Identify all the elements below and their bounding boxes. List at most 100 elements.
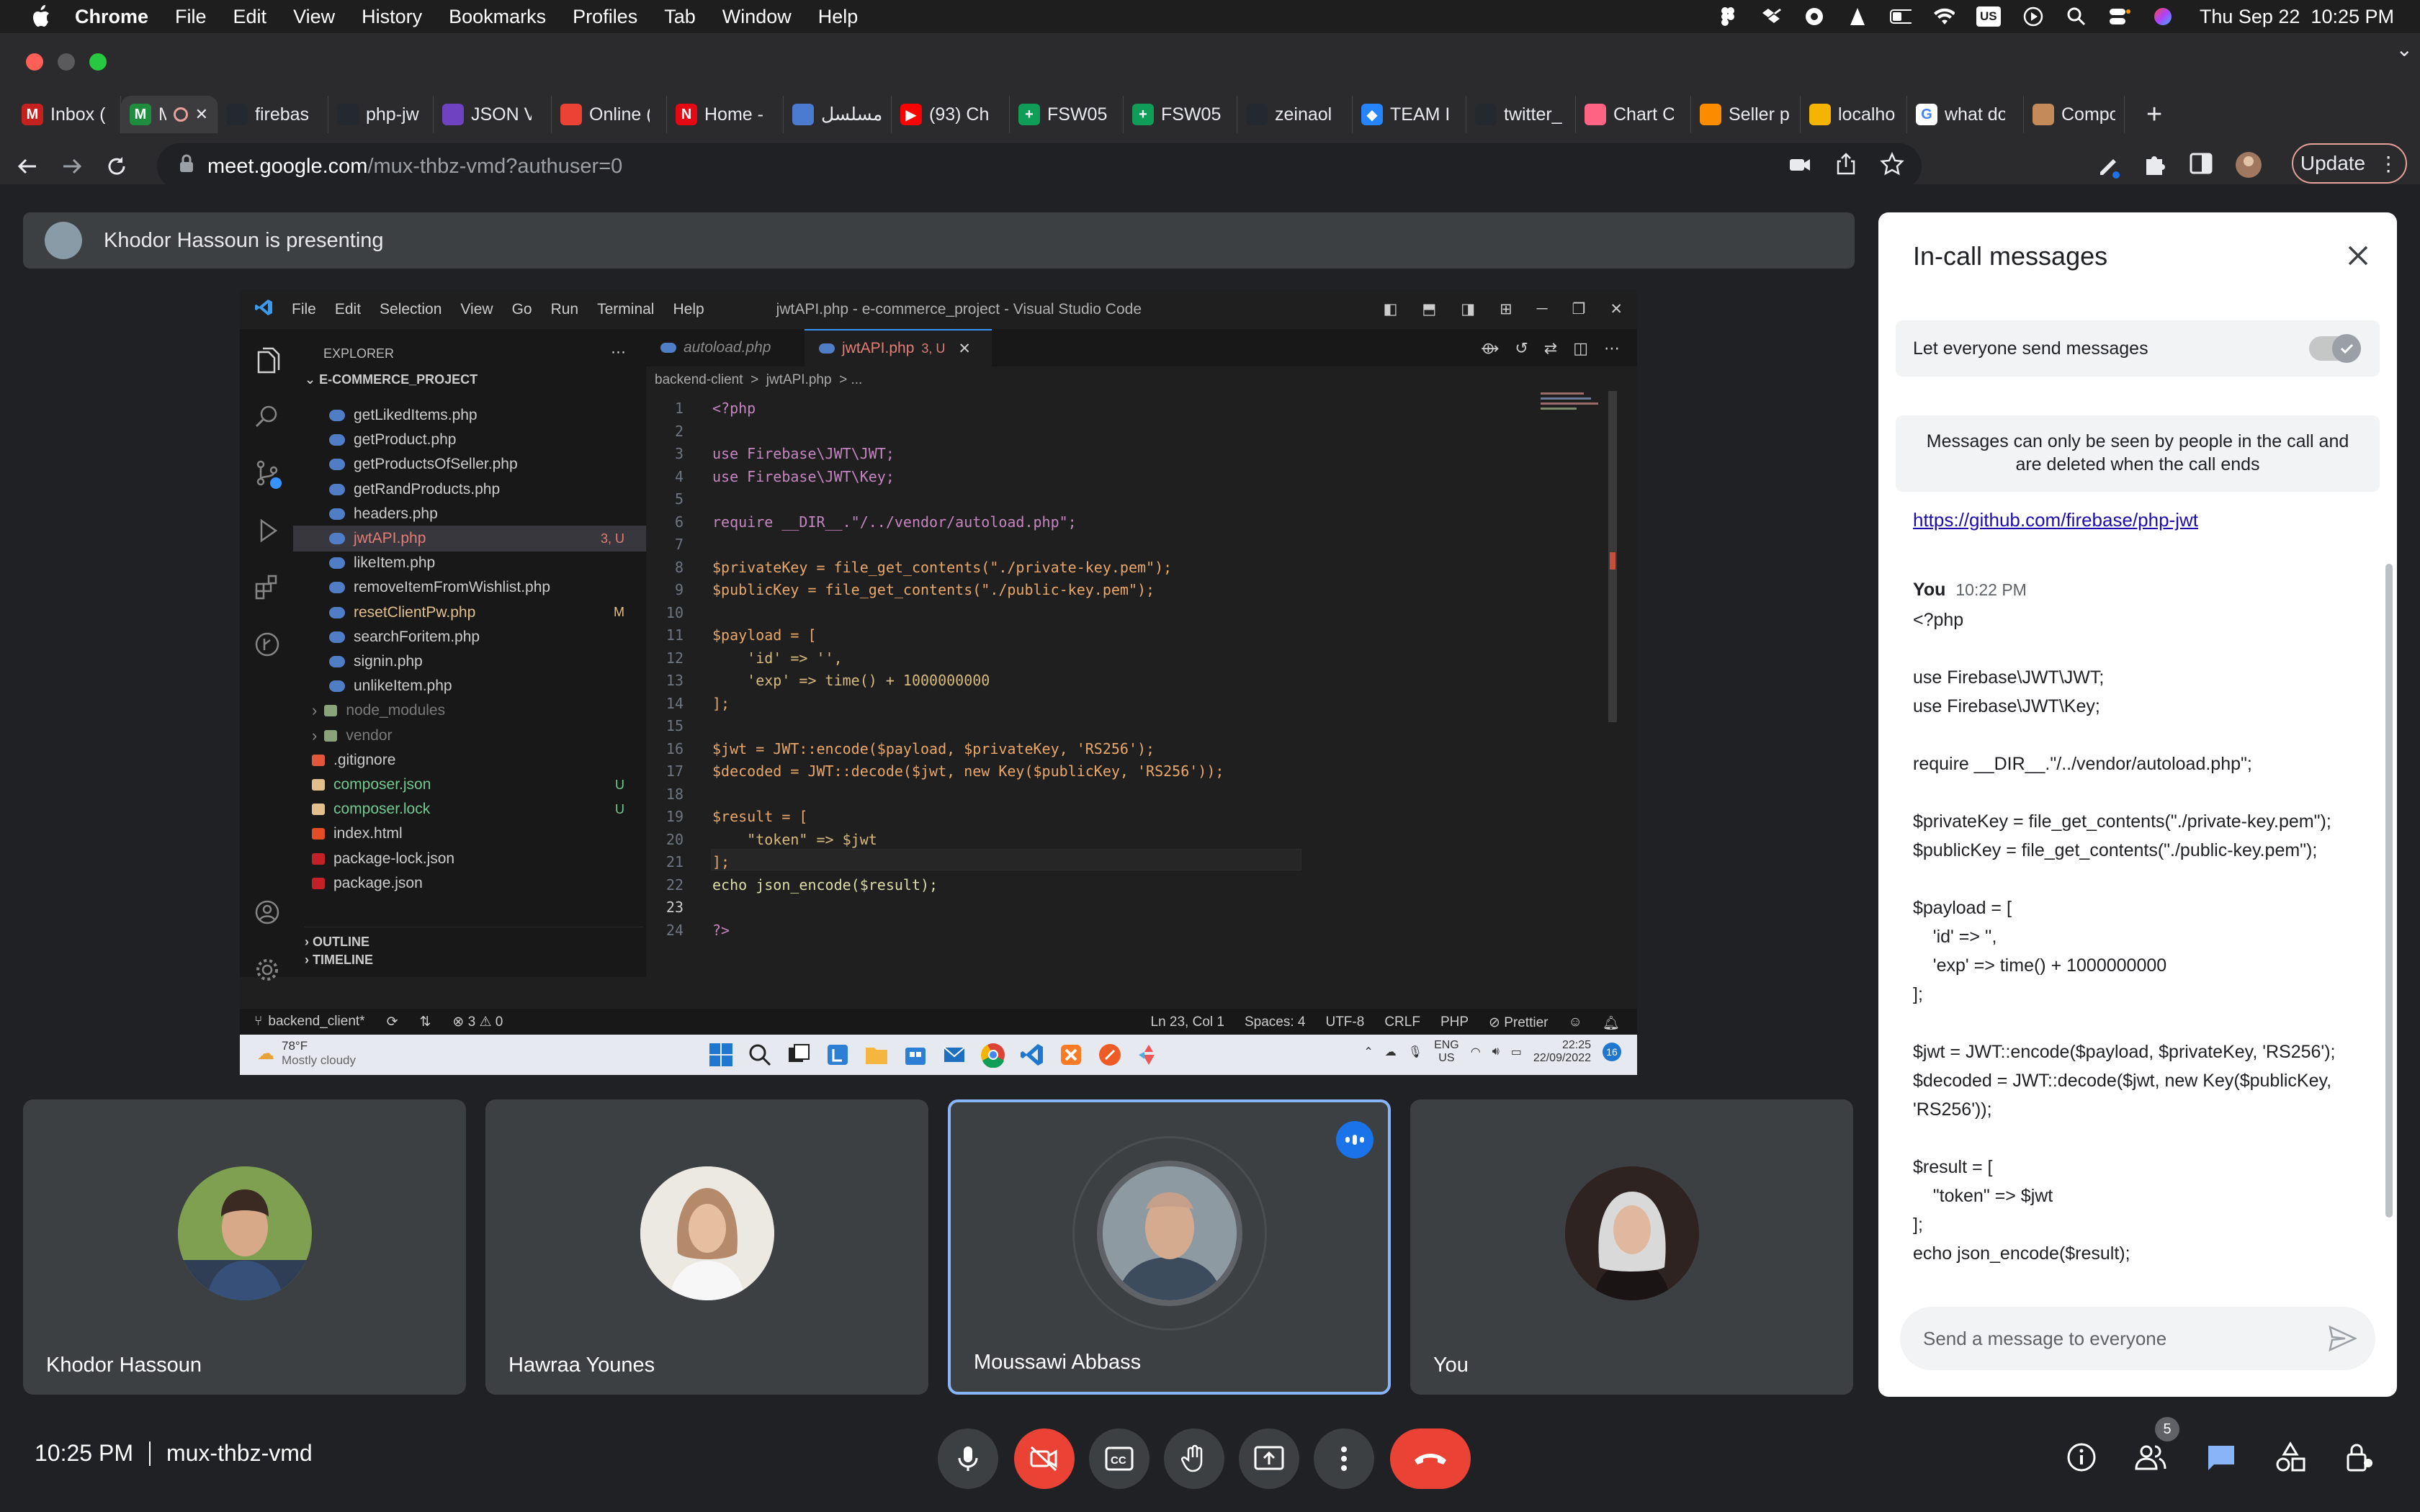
tray-chevron-icon[interactable]: ⌃	[1363, 1045, 1373, 1059]
zoom-window-button[interactable]	[89, 53, 107, 71]
tab-autoload[interactable]: autoload.php	[646, 329, 805, 366]
file-tree-item[interactable]: › vendor	[293, 723, 646, 749]
mail-icon[interactable]	[941, 1042, 967, 1071]
search-icon[interactable]	[254, 404, 280, 430]
browser-tab[interactable]: JSON V	[434, 96, 552, 133]
branch-icon[interactable]: ⑂	[254, 1014, 262, 1030]
microphone-button[interactable]	[938, 1428, 998, 1489]
customize-layout-icon[interactable]: ⊞	[1500, 300, 1512, 318]
browser-tab[interactable]: ◆ TEAM I	[1353, 96, 1466, 133]
wifi-icon[interactable]	[1933, 6, 1955, 27]
run-debug-icon[interactable]	[254, 518, 280, 544]
tab-search-chevron-icon[interactable]: ⌄	[2396, 37, 2413, 61]
side-panel-icon[interactable]	[2188, 150, 2214, 183]
git-branch[interactable]: backend_client*	[268, 1014, 364, 1030]
host-controls-button[interactable]	[2336, 1434, 2383, 1480]
file-tree-item[interactable]: index.html	[293, 821, 646, 847]
close-tab-icon[interactable]: ✕	[195, 105, 208, 124]
menu-edit[interactable]: Edit	[233, 6, 267, 28]
lock-icon[interactable]	[179, 153, 194, 179]
browser-tab[interactable]: Online (	[552, 96, 667, 133]
spotlight-search-icon[interactable]	[2066, 6, 2087, 27]
browser-tab[interactable]: firebas	[218, 96, 328, 133]
vscode-taskbar-icon[interactable]	[1019, 1042, 1045, 1071]
postman-icon[interactable]	[1097, 1042, 1123, 1071]
minimize-window-button[interactable]	[58, 53, 75, 71]
back-button[interactable]	[10, 149, 45, 184]
file-tree-item[interactable]: getProductsOfSeller.php	[293, 451, 646, 477]
chat-message-input[interactable]: Send a message to everyone	[1900, 1307, 2375, 1370]
input-source-indicator[interactable]: US	[1976, 6, 2001, 27]
prettier-status[interactable]: ⊘ Prettier	[1489, 1014, 1548, 1032]
file-tree-item[interactable]: getRandProducts.php	[293, 477, 646, 503]
browser-tab[interactable]: + FSW05	[1124, 96, 1237, 133]
present-screen-button[interactable]	[1239, 1428, 1299, 1489]
indentation[interactable]: Spaces: 4	[1245, 1014, 1306, 1032]
battery-tray-icon[interactable]: ▭	[1511, 1045, 1522, 1059]
weather-widget[interactable]: ☁ 78°F Mostly cloudy	[257, 1039, 356, 1068]
chat-button[interactable]	[2198, 1434, 2244, 1480]
file-tree-item[interactable]: headers.php	[293, 501, 646, 527]
menu-profiles[interactable]: Profiles	[573, 6, 637, 28]
language-mode[interactable]: PHP	[1440, 1014, 1469, 1032]
participant-tile[interactable]: Hawraa Younes	[485, 1099, 928, 1395]
profile-avatar[interactable]	[2234, 150, 2263, 183]
shared-link[interactable]: https://github.com/firebase/php-jwt	[1913, 509, 2198, 531]
volume-icon[interactable]: 🔊︎	[1492, 1045, 1500, 1058]
address-bar[interactable]: meet.google.com/mux-thbz-vmd?authuser=0	[157, 143, 1922, 189]
widgets-icon[interactable]	[825, 1042, 851, 1071]
file-tree-item[interactable]: unlikeItem.php	[293, 673, 646, 699]
panel-toggle-icon[interactable]: ⬒	[1422, 300, 1436, 318]
windows-start-icon[interactable]	[708, 1042, 734, 1071]
browser-tab[interactable]: zeinaol	[1237, 96, 1353, 133]
browser-tab[interactable]: ▶ (93) Ch	[892, 96, 1010, 133]
share-icon[interactable]	[1834, 152, 1858, 182]
sidebar-toggle-icon[interactable]: ◨	[1461, 300, 1475, 318]
browser-tab[interactable]: php-jw	[328, 96, 434, 133]
accounts-icon[interactable]	[254, 899, 280, 925]
vscode-menu-item[interactable]: Help	[673, 301, 704, 318]
explorer-more-icon[interactable]: ⋯	[611, 343, 626, 361]
dropbox-icon[interactable]	[1760, 6, 1782, 27]
publish-icon[interactable]: ⇅	[419, 1014, 431, 1030]
menu-view[interactable]: View	[293, 6, 335, 28]
menu-app-name[interactable]: Chrome	[75, 6, 148, 28]
file-tree-item[interactable]: composer.json U	[293, 772, 646, 798]
browser-tab[interactable]: Compo	[2024, 96, 2125, 133]
browser-tab[interactable]: M Inbox (	[13, 96, 121, 133]
vscode-menu-item[interactable]: Selection	[380, 301, 442, 318]
cursor-position[interactable]: Ln 23, Col 1	[1151, 1014, 1224, 1032]
menubar-clock[interactable]: Thu Sep 22 10:25 PM	[2200, 6, 2394, 28]
meeting-details-button[interactable]	[2058, 1434, 2105, 1480]
file-tree-item[interactable]: getProduct.php	[293, 427, 646, 453]
reload-button[interactable]	[99, 149, 134, 184]
participant-tile[interactable]: Khodor Hassoun	[23, 1099, 466, 1395]
explorer-icon[interactable]	[254, 346, 280, 374]
file-tree-item[interactable]: signin.php	[293, 649, 646, 675]
figma-icon[interactable]	[1717, 6, 1739, 27]
mic-tray-icon[interactable]: 🎙︎	[1408, 1045, 1422, 1059]
vscode-menu-item[interactable]: Run	[551, 301, 579, 318]
file-tree-item[interactable]: package-lock.json	[293, 846, 646, 872]
ext-pen-icon[interactable]	[2096, 150, 2122, 183]
new-tab-button[interactable]: +	[2146, 99, 2162, 130]
browser-tab[interactable]: localho	[1801, 96, 1907, 133]
chrome-icon[interactable]	[980, 1042, 1006, 1071]
store-icon[interactable]	[902, 1042, 928, 1071]
notifications-bell-icon[interactable]: 🔔︎	[1603, 1014, 1620, 1032]
encoding[interactable]: UTF-8	[1325, 1014, 1364, 1032]
vscode-menu-item[interactable]: Terminal	[597, 301, 654, 318]
problems-count[interactable]: ⊗ 3 ⚠ 0	[452, 1014, 503, 1030]
file-tree-item[interactable]: › node_modules	[293, 698, 646, 724]
vlc-icon[interactable]	[1847, 6, 1868, 27]
timeline-history-icon[interactable]: ↺	[1515, 339, 1528, 358]
allow-messages-toggle[interactable]	[2309, 334, 2361, 363]
file-tree-item[interactable]: likeItem.php	[293, 550, 646, 576]
sync-icon[interactable]: ⟳	[387, 1014, 398, 1030]
file-tree-item[interactable]: composer.lock U	[293, 796, 646, 822]
menu-file[interactable]: File	[175, 6, 207, 28]
file-tree-item[interactable]: searchForitem.php	[293, 624, 646, 650]
browser-tab-active[interactable]: MM ✕	[121, 96, 218, 133]
siri-icon[interactable]	[2152, 6, 2174, 27]
file-tree-item[interactable]: jwtAPI.php 3, U	[293, 526, 646, 552]
